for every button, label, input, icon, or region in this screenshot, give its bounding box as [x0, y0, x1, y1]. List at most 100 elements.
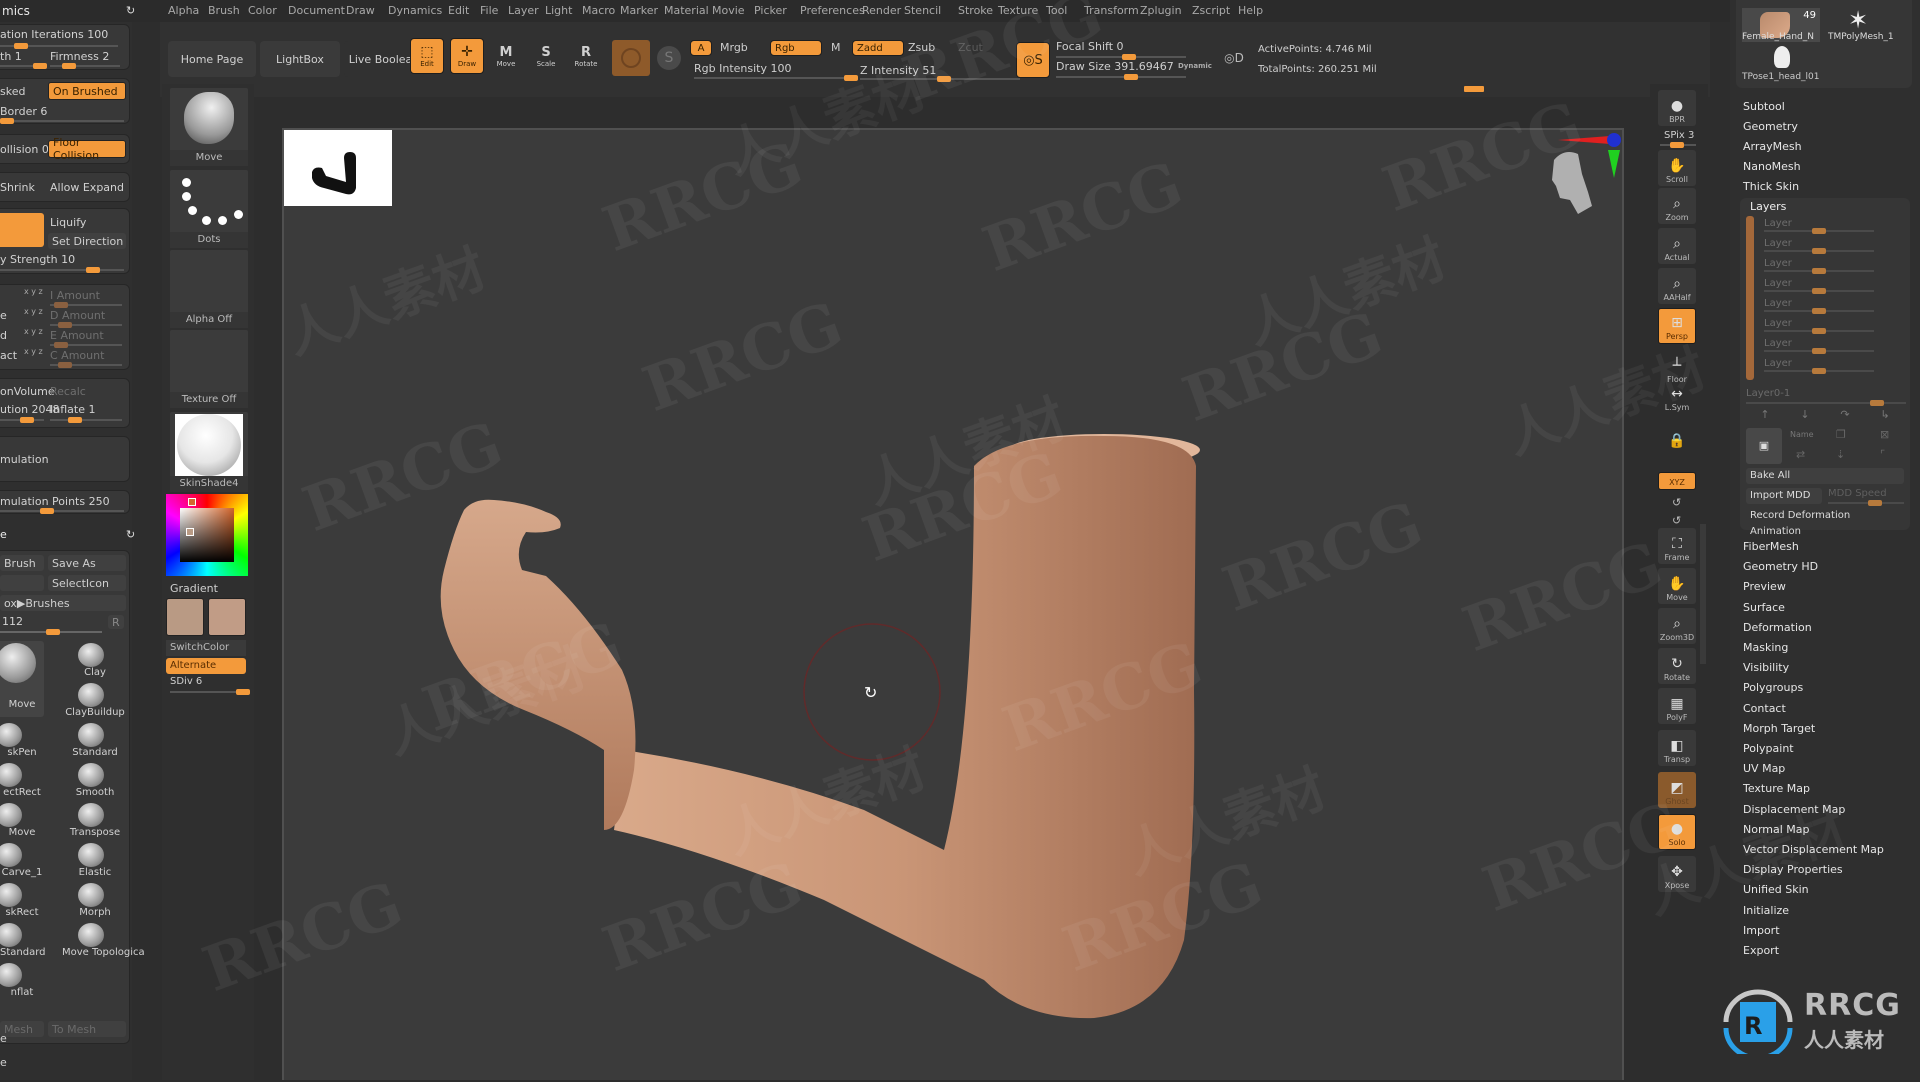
layer-slider[interactable] — [1764, 248, 1874, 254]
menu-draw[interactable]: Draw — [346, 4, 375, 17]
slider-knob[interactable] — [0, 118, 14, 124]
tool-section-display-properties[interactable]: Display Properties — [1743, 863, 1843, 876]
layer-strength-slider[interactable] — [1746, 400, 1906, 406]
brush-item[interactable]: Standard — [62, 721, 122, 759]
tray-item[interactable]: e — [0, 1032, 7, 1045]
slider-knob[interactable] — [1870, 400, 1884, 406]
zoom3d-button[interactable]: ⌕ Zoom3D — [1658, 608, 1696, 644]
menu-stroke[interactable]: Stroke — [958, 4, 993, 17]
tool-section-initialize[interactable]: Initialize — [1743, 904, 1789, 917]
brush-item[interactable]: Transpose — [62, 801, 122, 839]
local-rotate-icon[interactable]: ↺ — [1672, 496, 1681, 509]
inflate-slider[interactable] — [50, 417, 122, 423]
lock-button[interactable]: 🔒 — [1658, 416, 1696, 452]
a-toggle[interactable]: A — [690, 40, 712, 56]
move-button[interactable]: M Move — [488, 38, 524, 74]
tool-section-vector-displacement-map[interactable]: Vector Displacement Map — [1743, 843, 1884, 856]
menu-dynamics[interactable]: Dynamics — [388, 4, 442, 17]
spotlight-icon[interactable]: S — [657, 46, 681, 70]
delete-icon[interactable]: ⊠ — [1880, 428, 1889, 441]
draw-size-lock-button[interactable]: ◎S — [1016, 42, 1050, 78]
border-label[interactable]: Border 6 — [0, 105, 47, 118]
record-deformation-button[interactable]: Record Deformation Animation — [1746, 508, 1904, 537]
brush-item[interactable]: Carve_1 — [0, 841, 60, 879]
spix-label[interactable]: SPix 3 — [1664, 130, 1694, 141]
zadd-toggle[interactable]: Zadd — [852, 40, 904, 56]
polyf-button[interactable]: ▦ PolyF — [1658, 688, 1696, 724]
slider-knob[interactable] — [14, 43, 28, 49]
rotate-button[interactable]: R Rotate — [568, 38, 604, 74]
brush-item[interactable]: Move — [0, 801, 60, 839]
canvas-viewport[interactable]: ↻ — [282, 128, 1624, 1080]
inflate-label[interactable]: Inflate 1 — [50, 403, 95, 416]
brush-size-slider[interactable] — [0, 629, 102, 635]
move-button[interactable]: ✋ Move — [1658, 568, 1696, 604]
sdiv-slider[interactable] — [170, 689, 250, 695]
polymesh-star-icon[interactable]: ✶ — [1848, 6, 1868, 34]
actual-button[interactable]: ⌕ Actual — [1658, 228, 1696, 264]
select-icon-button[interactable]: SelectIcon — [48, 575, 126, 591]
bpr-button[interactable]: ● BPR — [1658, 90, 1696, 126]
slider-knob[interactable] — [1868, 500, 1882, 506]
slider-knob[interactable] — [1812, 368, 1826, 374]
gravity-toggle[interactable] — [0, 213, 44, 247]
slider-knob[interactable] — [58, 362, 72, 368]
firmness-label[interactable]: Firmness 2 — [50, 50, 109, 63]
menu-macro[interactable]: Macro — [582, 4, 615, 17]
name-button[interactable]: Name — [1790, 430, 1814, 439]
dynamic-toggle[interactable]: Dynamic — [1178, 62, 1212, 70]
slider-knob[interactable] — [20, 417, 34, 423]
slider-knob[interactable] — [62, 63, 76, 69]
brush-item[interactable]: Move Topologica — [62, 921, 145, 959]
layer-slider[interactable] — [1764, 228, 1874, 234]
layer-item[interactable]: Layer — [1764, 358, 1792, 369]
menu-material[interactable]: Material — [664, 4, 709, 17]
m-toggle[interactable]: M — [831, 41, 841, 54]
refresh-icon[interactable]: ↻ — [126, 528, 135, 541]
focal-shift-slider[interactable] — [1056, 54, 1186, 60]
menu-help[interactable]: Help — [1238, 4, 1263, 17]
amount-label[interactable]: C Amount — [50, 349, 104, 362]
brush-item[interactable]: Elastic — [62, 841, 122, 879]
menu-texture[interactable]: Texture — [998, 4, 1038, 17]
merge-down-icon[interactable]: ⇣ — [1836, 448, 1845, 461]
iterations-slider[interactable] — [0, 43, 118, 49]
tool-section-texture-map[interactable]: Texture Map — [1743, 782, 1810, 795]
tool-section-deformation[interactable]: Deformation — [1743, 621, 1812, 634]
slider-knob[interactable] — [1812, 268, 1826, 274]
floor-collision-toggle[interactable]: Floor Collision — [48, 136, 126, 162]
menu-marker[interactable]: Marker — [620, 4, 658, 17]
slider-knob[interactable] — [54, 302, 68, 308]
stroke-selector[interactable]: Dots — [170, 170, 248, 248]
amount-label[interactable]: D Amount — [50, 309, 105, 322]
menu-tool[interactable]: Tool — [1046, 4, 1067, 17]
persp-button[interactable]: ⊞ Persp — [1658, 308, 1696, 344]
z-intensity-slider[interactable] — [860, 76, 1020, 82]
layer-item[interactable]: Layer — [1764, 278, 1792, 289]
layer-item[interactable]: Layer — [1764, 298, 1792, 309]
tool-section-arraymesh[interactable]: ArrayMesh — [1743, 140, 1802, 153]
menu-stencil[interactable]: Stencil — [904, 4, 941, 17]
mdd-speed-label[interactable]: MDD Speed — [1828, 488, 1887, 499]
sdiv-label[interactable]: SDiv 6 — [170, 676, 202, 687]
menu-color[interactable]: Color — [248, 4, 277, 17]
strength-label[interactable]: y Strength 10 — [0, 253, 75, 266]
menu-alpha[interactable]: Alpha — [168, 4, 199, 17]
ghost-button[interactable]: ◩ Ghost — [1658, 772, 1696, 808]
menu-zscript[interactable]: Zscript — [1192, 4, 1230, 17]
texture-selector[interactable]: Texture Off — [170, 330, 248, 408]
scroll-button[interactable]: ✋ Scroll — [1658, 150, 1696, 186]
slider-knob[interactable] — [1812, 248, 1826, 254]
brush-item[interactable]: nflat — [0, 961, 60, 999]
brush-item[interactable]: Smooth — [62, 761, 122, 799]
alpha-selector[interactable]: Alpha Off — [170, 250, 248, 328]
slider-knob[interactable] — [1812, 348, 1826, 354]
tool-section-export[interactable]: Export — [1743, 944, 1779, 957]
slider-knob[interactable] — [58, 322, 72, 328]
amount-label[interactable]: E Amount — [50, 329, 104, 342]
brush-item[interactable]: ClayBuildup — [62, 681, 125, 719]
on-volume-toggle[interactable]: onVolume — [0, 385, 55, 398]
layer-slider[interactable] — [1764, 328, 1874, 334]
amount-slider[interactable] — [50, 342, 122, 348]
on-brushed-toggle[interactable]: On Brushed — [48, 82, 126, 100]
